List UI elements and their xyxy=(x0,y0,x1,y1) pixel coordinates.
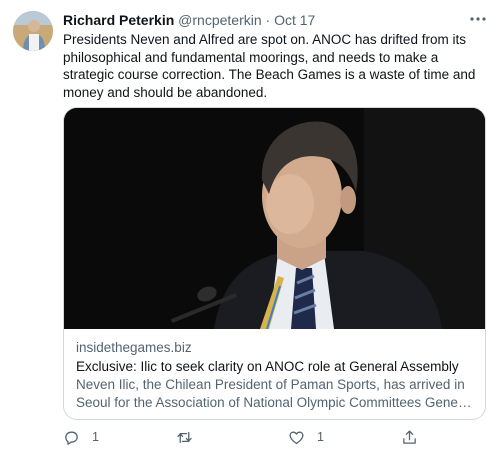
like-count: 1 xyxy=(317,430,324,444)
author-name[interactable]: Richard Peterkin xyxy=(63,12,174,28)
retweet-button[interactable] xyxy=(176,427,205,447)
link-card[interactable]: insidethegames.biz Exclusive: Ilic to se… xyxy=(63,107,486,420)
card-photo xyxy=(64,108,485,329)
reply-count: 1 xyxy=(92,430,99,444)
card-body: insidethegames.biz Exclusive: Ilic to se… xyxy=(64,330,485,412)
avatar[interactable] xyxy=(13,11,53,51)
reply-icon xyxy=(63,429,80,446)
tweet[interactable]: Richard Peterkin @rncpeterkin · Oct 17 P… xyxy=(0,0,500,450)
reply-button[interactable]: 1 xyxy=(63,427,99,447)
share-button[interactable] xyxy=(401,427,430,447)
retweet-icon xyxy=(176,429,193,446)
more-horizontal-icon[interactable] xyxy=(468,9,488,29)
card-domain: insidethegames.biz xyxy=(76,340,192,355)
avatar-photo xyxy=(13,11,53,51)
author-handle[interactable]: @rncpeterkin xyxy=(178,12,261,28)
tweet-text: Presidents Neven and Alfred are spot on.… xyxy=(63,32,476,100)
card-description: Neven Ilic, the Chilean President of Pam… xyxy=(76,377,473,410)
tweet-header: Richard Peterkin @rncpeterkin · Oct 17 xyxy=(63,11,315,29)
like-button[interactable]: 1 xyxy=(288,427,324,447)
heart-icon xyxy=(288,429,305,446)
share-icon xyxy=(401,429,418,446)
separator-dot: · xyxy=(265,12,271,28)
card-title: Exclusive: Ilic to seek clarity on ANOC … xyxy=(76,359,459,374)
timestamp[interactable]: Oct 17 xyxy=(274,12,315,28)
tweet-actions: 1 1 xyxy=(63,427,484,447)
